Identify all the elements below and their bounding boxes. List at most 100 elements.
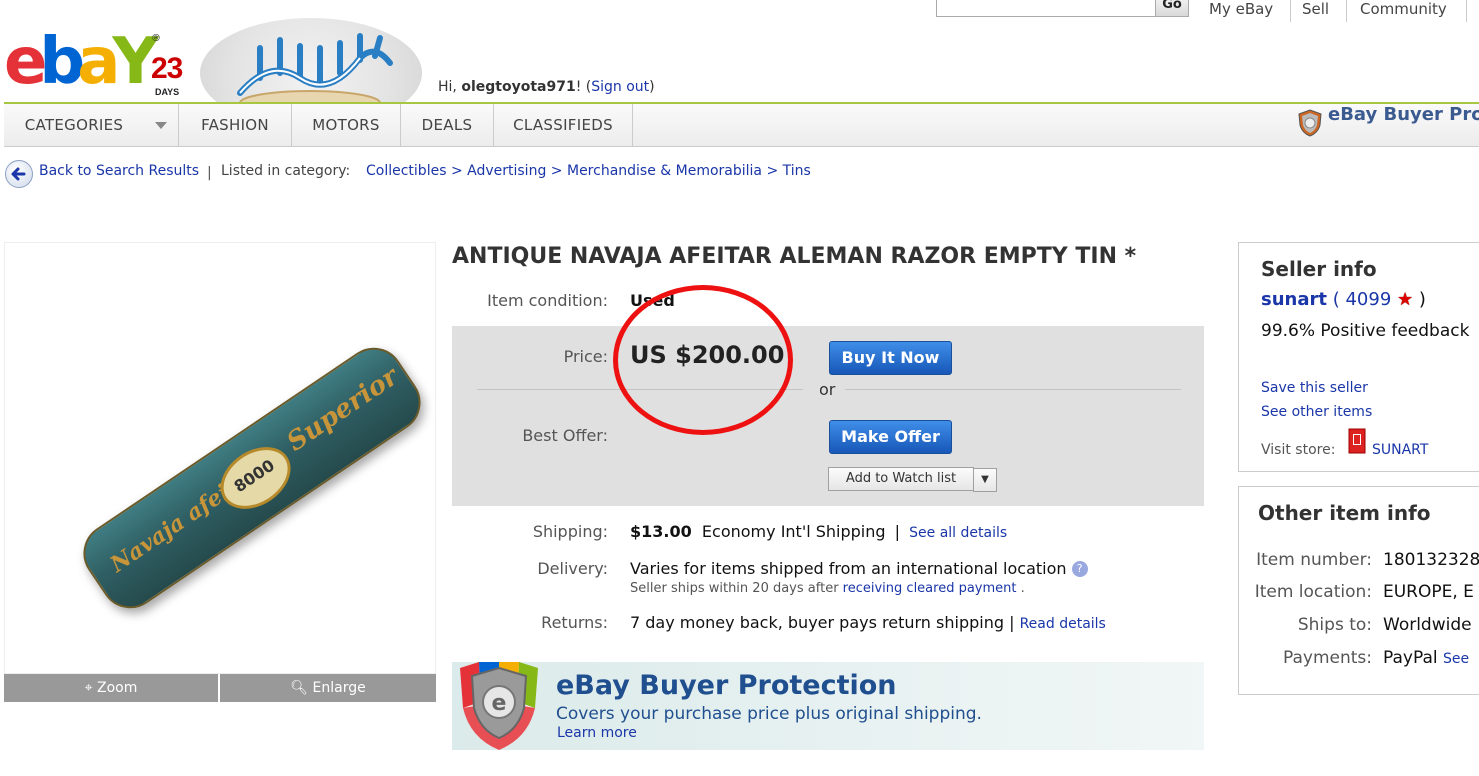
breadcrumb-tins[interactable]: Tins [783, 163, 811, 179]
seller-close-paren: ) [1418, 289, 1426, 310]
logo-letter: a [77, 25, 120, 99]
enlarge-button[interactable]: 🔍︎ Enlarge [220, 674, 436, 702]
seller-info-heading: Seller info [1261, 257, 1377, 281]
ships-to-label: Ships to: [1297, 615, 1372, 635]
breadcrumb-merchandise[interactable]: Merchandise & Memorabilia [567, 163, 762, 179]
other-item-info-heading: Other item info [1258, 501, 1431, 525]
breadcrumb-divider: | [207, 165, 212, 181]
back-to-search-link[interactable]: Back to Search Results [39, 163, 199, 179]
watch-list-dropdown[interactable]: ▼ [973, 468, 997, 492]
item-title: ANTIQUE NAVAJA AFEITAR ALEMAN RAZOR EMPT… [452, 244, 1137, 269]
svg-text:e: e [492, 691, 507, 716]
protection-subtitle: Covers your purchase price plus original… [556, 704, 982, 724]
read-details-link[interactable]: Read details [1020, 616, 1106, 632]
go-button[interactable]: Go [1155, 0, 1189, 17]
positive-feedback: 99.6% Positive feedback [1261, 321, 1470, 341]
sign-out-link[interactable]: Sign out [591, 79, 649, 95]
nav-divider [1466, 0, 1467, 22]
best-offer-label: Best Offer: [522, 426, 608, 445]
item-location-value: EUROPE, E [1383, 582, 1474, 602]
condition-label: Item condition: [487, 291, 608, 310]
breadcrumb-arrow: > [766, 163, 779, 179]
store-link[interactable]: SUNART [1372, 442, 1428, 458]
delivery-info: Varies for items shipped from an interna… [630, 559, 1088, 578]
community-link[interactable]: Community [1360, 0, 1447, 22]
logo-letter: b [39, 25, 85, 99]
tin-text: Superior [281, 361, 404, 458]
greeting-close: ) [649, 79, 655, 95]
store-door-icon[interactable] [1348, 428, 1366, 454]
delivery-sub-text: Seller ships within 20 days after [630, 581, 843, 596]
item-number-label: Item number: [1256, 550, 1372, 570]
buy-it-now-button[interactable]: Buy It Now [829, 341, 952, 375]
tin-photo: Navaja afeitar 8000 Superior [71, 336, 433, 620]
logo-registered: ® [151, 33, 161, 44]
sell-link[interactable]: Sell [1302, 0, 1329, 22]
breadcrumb: Collectibles > Advertising > Merchandise… [366, 163, 811, 179]
make-offer-button[interactable]: Make Offer [829, 420, 952, 454]
or-label: or [819, 380, 836, 399]
buyer-protection-header-link[interactable]: eBay Buyer Prot [1328, 104, 1479, 142]
tab-classifieds[interactable]: CLASSIFIEDS [494, 104, 633, 146]
item-image[interactable]: Navaja afeitar 8000 Superior [4, 242, 436, 674]
magnifier-icon: 🔍︎ [290, 680, 309, 696]
search-input[interactable] [936, 0, 1156, 17]
shipping-cost: $13.00 [630, 522, 692, 541]
payments-value: PayPal See [1383, 648, 1469, 668]
delivery-sub-end: . [1016, 581, 1025, 596]
delivery-value: Varies for items shipped from an interna… [630, 559, 1067, 578]
back-arrow-icon[interactable] [5, 160, 33, 188]
see-other-items-link[interactable]: See other items [1261, 404, 1372, 420]
item-number-value: 180132328 [1383, 550, 1479, 570]
seller-open-paren: ( [1326, 289, 1340, 310]
save-seller-link[interactable]: Save this seller [1261, 380, 1368, 396]
delivery-sub: Seller ships within 20 days after receiv… [630, 581, 1025, 596]
protection-title: eBay Buyer Protection [556, 670, 897, 701]
breadcrumb-collectibles[interactable]: Collectibles [366, 163, 447, 179]
tab-deals[interactable]: DEALS [401, 104, 494, 146]
zoom-button[interactable]: ⌖ Zoom [4, 674, 218, 702]
listed-in-label: Listed in category: [221, 163, 351, 179]
payment-method: PayPal [1383, 648, 1438, 668]
tab-categories[interactable]: CATEGORIES [4, 104, 144, 146]
cleared-payment-link[interactable]: receiving cleared payment [843, 581, 1017, 596]
returns-label: Returns: [541, 613, 608, 632]
add-to-watch-list-button[interactable]: Add to Watch list [828, 467, 974, 491]
tin-label: 8000 [209, 434, 303, 522]
chevron-down-icon: ▼ [981, 474, 989, 485]
breadcrumb-arrow: > [550, 163, 563, 179]
zoom-label: Zoom [96, 680, 138, 696]
breadcrumb-advertising[interactable]: Advertising [467, 163, 546, 179]
days-countdown-label: DAYS [155, 87, 180, 97]
tab-fashion[interactable]: FASHION [179, 104, 292, 146]
delivery-label: Delivery: [537, 559, 608, 578]
feedback-score-link[interactable]: 4099 [1345, 289, 1391, 310]
crosshair-icon: ⌖ [84, 680, 93, 696]
see-all-details-link[interactable]: See all details [909, 525, 1007, 541]
returns-divider: | [1009, 613, 1015, 632]
username: olegtoyota971 [461, 79, 576, 95]
buyer-protection-shield-icon [1298, 109, 1322, 137]
greeting-prefix: Hi, [438, 79, 462, 95]
categories-dropdown-button[interactable] [144, 104, 179, 146]
learn-more-link[interactable]: Learn more [557, 725, 637, 741]
logo-letter: Y [112, 25, 158, 99]
shipping-method: Economy Int'l Shipping [701, 522, 886, 541]
shipping-divider: | [894, 522, 901, 541]
shipping-label: Shipping: [532, 522, 608, 541]
breadcrumb-arrow: > [450, 163, 463, 179]
buyer-protection-banner[interactable]: e eBay Buyer Protection Covers your purc… [452, 662, 1204, 750]
my-ebay-link[interactable]: My eBay [1209, 0, 1273, 22]
seller-line: sunart ( 4099 ★ ) [1261, 289, 1426, 310]
payments-see-link[interactable]: See [1443, 651, 1469, 667]
logo-letter: e [4, 25, 47, 99]
seller-name-link[interactable]: sunart [1261, 289, 1327, 310]
user-greeting: Hi, olegtoyota971! (Sign out) [438, 79, 655, 95]
item-location-label: Item location: [1254, 582, 1372, 602]
greeting-suffix: ! ( [575, 79, 592, 95]
help-icon[interactable]: ? [1071, 561, 1088, 577]
highlight-circle [613, 285, 793, 435]
tab-motors[interactable]: MOTORS [292, 104, 401, 146]
nav-divider [1346, 0, 1347, 22]
ebay-logo[interactable]: ebaY [4, 30, 159, 100]
